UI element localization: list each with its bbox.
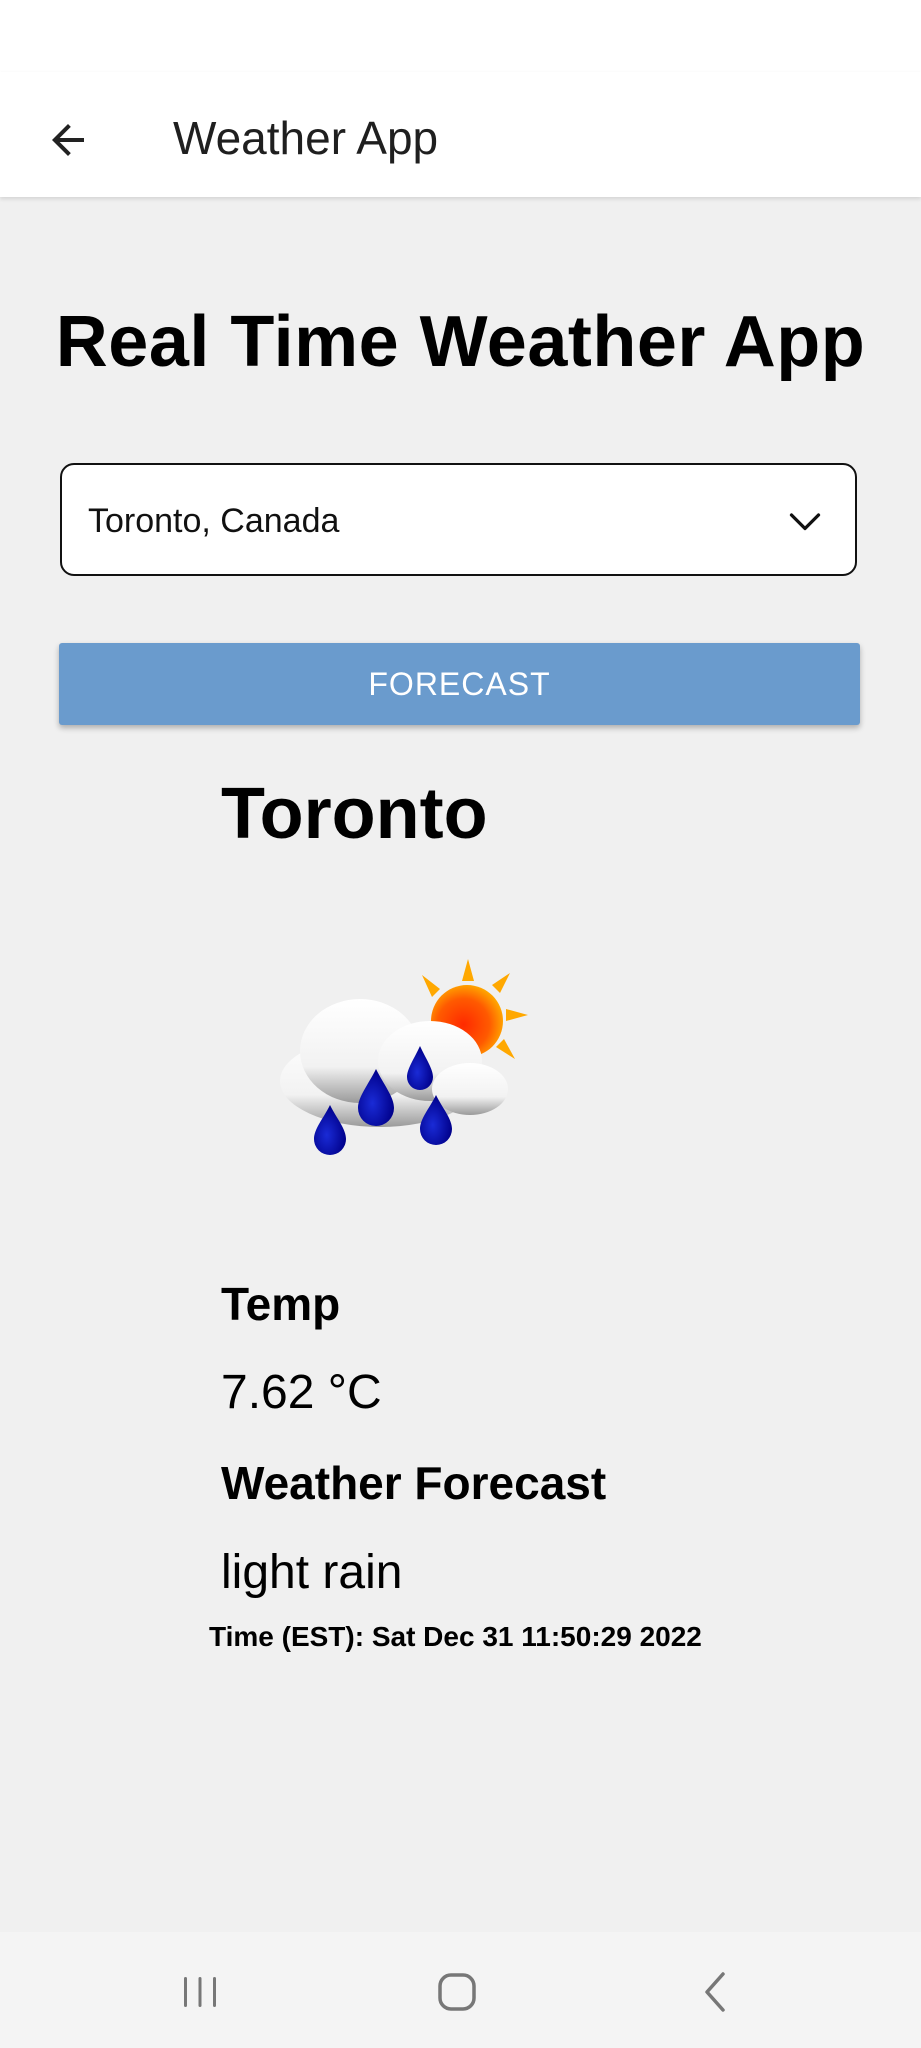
- main-content: Real Time Weather App Toronto, Canada FO…: [0, 197, 921, 1932]
- recents-button[interactable]: [160, 1952, 240, 2032]
- temp-label: Temp: [221, 1278, 341, 1330]
- system-back-button[interactable]: [676, 1952, 756, 2032]
- city-select[interactable]: Toronto, Canada: [60, 463, 857, 576]
- home-button[interactable]: [417, 1952, 497, 2032]
- city-name: Toronto: [221, 774, 488, 854]
- time-text: Time (EST): Sat Dec 31 11:50:29 2022: [209, 1621, 702, 1652]
- recents-icon: [184, 1977, 216, 2007]
- back-chevron-icon: [705, 1972, 725, 2012]
- forecast-value: light rain: [221, 1546, 403, 1599]
- page-heading: Real Time Weather App: [55, 302, 866, 382]
- city-select-value: Toronto, Canada: [88, 502, 340, 540]
- forecast-button[interactable]: FORECAST: [59, 643, 860, 725]
- app-bar: Weather App: [0, 72, 921, 197]
- status-bar: [0, 0, 921, 72]
- arrow-left-icon: [52, 124, 84, 156]
- back-button[interactable]: [28, 100, 108, 180]
- system-nav-bar: [0, 1932, 921, 2048]
- home-icon: [438, 1973, 476, 2011]
- rain-cloud-sun-icon: [280, 959, 528, 1155]
- chevron-down-icon: [789, 513, 821, 531]
- forecast-label: Weather Forecast: [221, 1457, 607, 1509]
- temp-value: 7.62 °C: [221, 1366, 382, 1419]
- app-title: Weather App: [173, 112, 439, 164]
